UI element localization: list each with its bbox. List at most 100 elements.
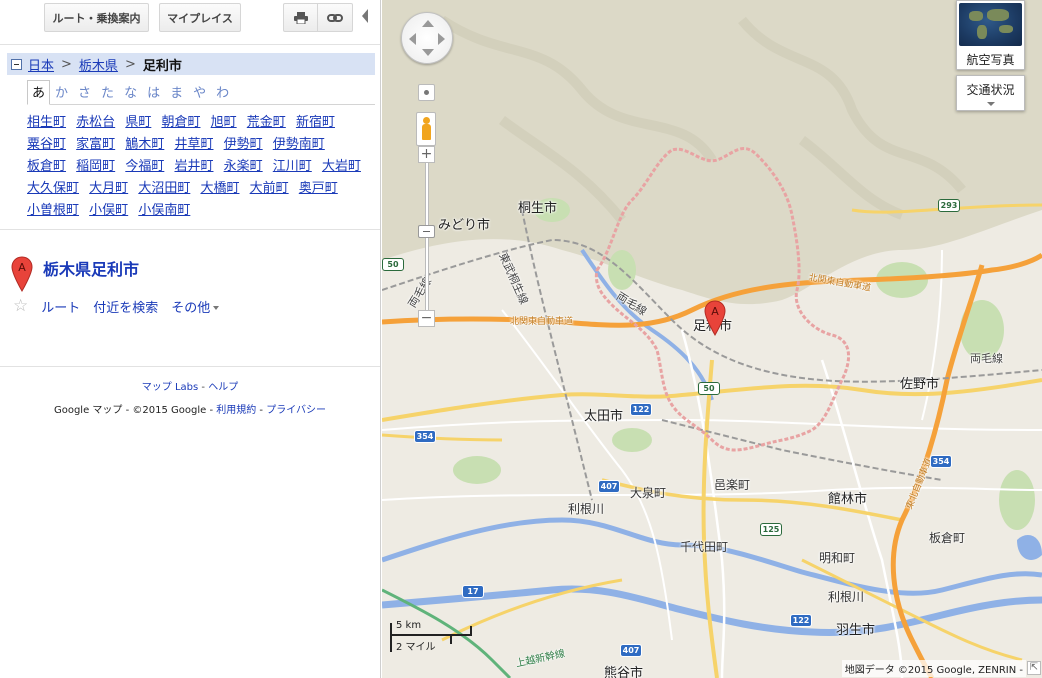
route-link[interactable]: ルート <box>41 297 80 316</box>
collapse-toggle-icon[interactable] <box>11 58 22 70</box>
kana-tab[interactable]: や <box>188 82 211 104</box>
expand-corner-icon[interactable]: ⇱ <box>1027 661 1041 675</box>
place-label-kiryu: 桐生市 <box>518 201 558 216</box>
reset-view-button[interactable] <box>418 84 435 101</box>
svg-text:A: A <box>18 261 26 274</box>
pan-control <box>401 12 453 64</box>
breadcrumb-tochigi[interactable]: 栃木県 <box>79 55 118 74</box>
svg-text:A: A <box>711 305 719 318</box>
footer-copyright: Google マップ - ©2015 Google - 利用規約 - プライバシ… <box>0 401 380 416</box>
land-shape <box>987 9 1009 21</box>
town-link[interactable]: 大沼田町 <box>138 181 190 196</box>
pan-left-arrow-icon[interactable] <box>409 33 416 45</box>
town-link[interactable]: 今福町 <box>125 159 164 174</box>
privacy-link[interactable]: プライバシー <box>266 405 326 416</box>
scale-km-label: 5 km <box>396 620 422 631</box>
kana-index-tabs: あかさたなはまやわ <box>27 80 375 105</box>
town-link[interactable]: 板倉町 <box>27 159 66 174</box>
kana-tab[interactable]: は <box>142 82 165 104</box>
national-road <box>701 359 719 678</box>
link-button[interactable] <box>318 3 353 32</box>
town-link[interactable]: 大岩町 <box>322 159 361 174</box>
result-title[interactable]: 栃木県足利市 <box>43 256 139 280</box>
traffic-layer-label: 交通状況 <box>966 83 1015 97</box>
aerial-view-button[interactable]: 航空写真 <box>956 0 1025 70</box>
river-label-tonegawa: 利根川 <box>828 590 865 604</box>
kana-tab[interactable]: ま <box>165 82 188 104</box>
town-link[interactable]: 小俣南町 <box>138 203 190 218</box>
pan-right-arrow-icon[interactable] <box>438 33 445 45</box>
town-link[interactable]: 新宿町 <box>296 115 335 130</box>
town-link[interactable]: 赤松台 <box>76 115 115 130</box>
town-link[interactable]: 朝倉町 <box>161 115 200 130</box>
more-dropdown[interactable]: その他 <box>171 297 220 316</box>
rail-label-ryomo: 両毛線 <box>970 352 1003 365</box>
zoom-in-button[interactable]: + <box>418 146 435 163</box>
maps-labs-link[interactable]: マップ Labs <box>142 382 198 393</box>
town-link[interactable]: 小俣町 <box>89 203 128 218</box>
help-link[interactable]: ヘルプ <box>208 382 238 393</box>
footer-dash: - <box>198 382 209 393</box>
search-nearby-link[interactable]: 付近を検索 <box>93 297 158 316</box>
map-scale: 5 km 2 マイル <box>390 620 474 653</box>
town-link[interactable]: 伊勢町 <box>224 137 263 152</box>
town-link[interactable]: 粟谷町 <box>27 137 66 152</box>
town-link[interactable]: 鵤木町 <box>125 137 164 152</box>
town-link[interactable]: 小曽根町 <box>27 203 79 218</box>
town-link[interactable]: 相生町 <box>27 115 66 130</box>
town-link[interactable]: 旭町 <box>211 115 237 130</box>
town-link[interactable]: 大前町 <box>250 181 289 196</box>
zoom-slider-handle[interactable] <box>418 225 435 238</box>
town-link[interactable]: 永楽町 <box>224 159 263 174</box>
place-label-chiyoda: 千代田町 <box>680 540 729 554</box>
land-shape <box>977 25 987 39</box>
kana-tab[interactable]: な <box>119 82 142 104</box>
map-marker-icon[interactable]: A <box>704 300 726 336</box>
route-shield-293: 293 <box>938 199 960 212</box>
kana-tab[interactable]: わ <box>211 82 234 104</box>
map-canvas[interactable]: みどり市 桐生市 足利市 佐野市 太田市 大泉町 邑楽町 館林市 板倉町 千代田… <box>382 0 1042 678</box>
town-link[interactable]: 県町 <box>125 115 151 130</box>
town-link[interactable]: 伊勢南町 <box>273 137 325 152</box>
terms-link[interactable]: 利用規約 <box>216 405 256 416</box>
route-shield-354: 354 <box>414 430 436 443</box>
town-link[interactable]: 荒金町 <box>247 115 286 130</box>
place-label-hanyu: 羽生市 <box>836 623 876 638</box>
town-link[interactable]: 大久保町 <box>27 181 79 196</box>
route-transit-button[interactable]: ルート・乗換案内 <box>44 3 149 32</box>
chevron-down-icon <box>987 102 995 106</box>
kana-tab[interactable]: た <box>96 82 119 104</box>
place-label-midori: みどり市 <box>438 218 491 233</box>
breadcrumb: 日本 > 栃木県 > 足利市 <box>7 53 375 75</box>
toolbar-divider <box>0 44 380 45</box>
aerial-view-label: 航空写真 <box>966 53 1015 67</box>
town-link[interactable]: 大橋町 <box>200 181 239 196</box>
road-label-kitakanto: 北関東自動車道 <box>510 317 574 327</box>
star-icon[interactable]: ☆ <box>13 296 28 316</box>
kana-tab[interactable]: さ <box>73 82 96 104</box>
copyright-text: Google マップ - ©2015 Google - <box>53 405 217 416</box>
town-link[interactable]: 奥戸町 <box>299 181 338 196</box>
kana-tab[interactable]: あ <box>27 80 51 105</box>
pan-down-arrow-icon[interactable] <box>422 49 434 56</box>
town-link[interactable]: 稲岡町 <box>76 159 115 174</box>
kana-tab[interactable]: か <box>50 82 73 104</box>
town-link[interactable]: 井草町 <box>174 137 213 152</box>
collapse-panel-arrow-icon[interactable] <box>362 9 368 23</box>
list-divider <box>0 229 380 230</box>
pegman-head <box>423 117 430 124</box>
zoom-out-button[interactable]: − <box>418 310 435 327</box>
traffic-layer-button[interactable]: 交通状況 <box>956 75 1025 111</box>
my-places-button[interactable]: マイプレイス <box>159 3 241 32</box>
street-view-pegman-icon[interactable] <box>416 112 436 146</box>
pan-up-arrow-icon[interactable] <box>422 20 434 27</box>
town-link[interactable]: 江川町 <box>273 159 312 174</box>
town-link[interactable]: 岩井町 <box>174 159 213 174</box>
route-shield-50: 50 <box>382 258 404 271</box>
print-button[interactable] <box>283 3 318 32</box>
town-link[interactable]: 大月町 <box>89 181 128 196</box>
town-link[interactable]: 家富町 <box>76 137 115 152</box>
breadcrumb-japan[interactable]: 日本 <box>28 55 54 74</box>
lake-itakura <box>1017 535 1042 560</box>
green-area <box>999 470 1035 530</box>
